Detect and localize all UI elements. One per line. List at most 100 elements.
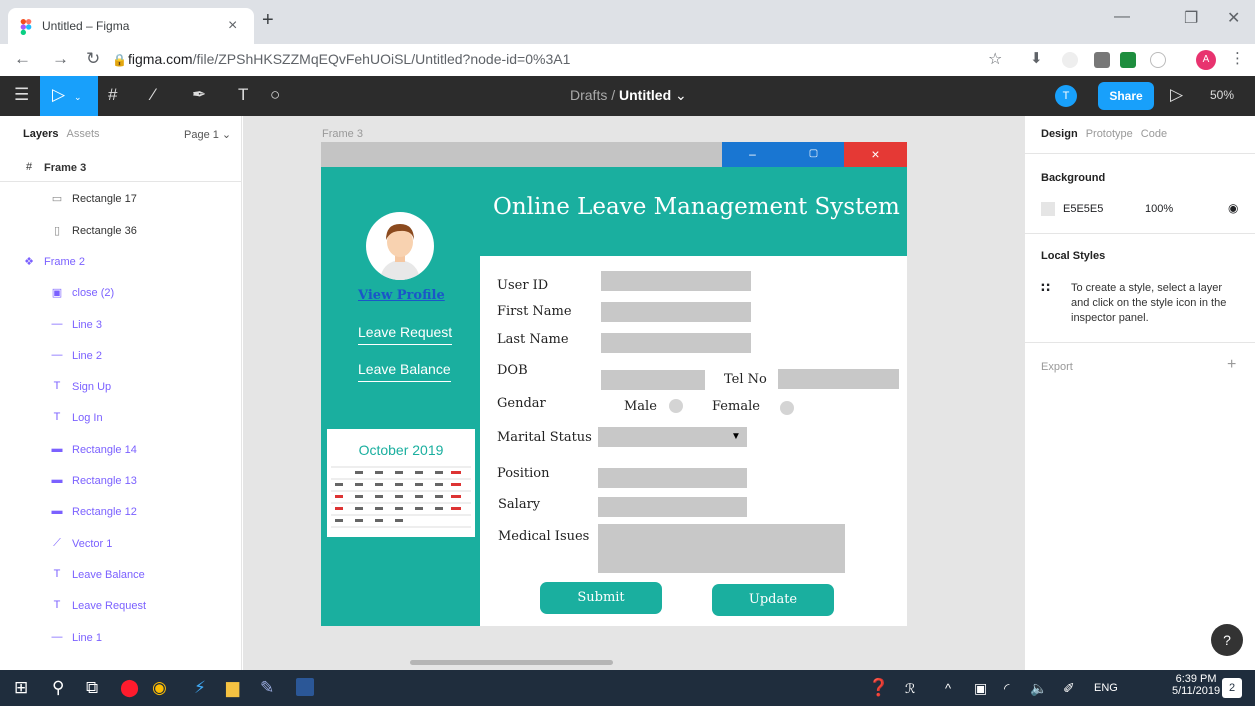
language-indicator[interactable]: ENG [1094, 682, 1118, 694]
calendar-widget[interactable]: October 2019 [327, 429, 475, 537]
task-view-icon[interactable]: ⧉ [86, 678, 98, 698]
layer-item[interactable]: ▣ close (2) [0, 279, 242, 307]
wifi-icon[interactable]: ◜ [1004, 680, 1009, 697]
extension-v-icon[interactable] [1150, 52, 1166, 68]
tab-assets[interactable]: Assets [66, 128, 99, 140]
pen-icon[interactable]: ✐ [1063, 680, 1075, 697]
salary-input[interactable] [598, 497, 747, 517]
layer-item[interactable]: ▬ Rectangle 12 [0, 498, 242, 526]
chevron-up-icon[interactable]: ^ [945, 681, 951, 696]
file-name[interactable]: Untitled [619, 87, 671, 103]
main-menu-icon[interactable]: ☰ [14, 85, 29, 105]
dob-input[interactable] [601, 370, 705, 390]
extension-icon[interactable] [1062, 52, 1078, 68]
help-button[interactable]: ? [1211, 624, 1243, 656]
leave-balance-link[interactable]: Leave Balance [358, 361, 451, 382]
page-selector[interactable]: Page 1 ⌄ [184, 128, 231, 141]
help-tray-icon[interactable]: ❓ [868, 678, 889, 698]
position-input[interactable] [598, 468, 747, 488]
leave-app-frame[interactable]: – ▢ × Online Leave Management System Vie… [321, 142, 907, 626]
windows-start-icon[interactable]: ⊞ [14, 678, 28, 698]
user-avatar[interactable]: T [1055, 85, 1077, 107]
file-explorer-icon[interactable]: ▆ [226, 678, 239, 698]
marital-status-select[interactable]: ▼ [598, 427, 747, 447]
move-tool-button[interactable]: ▷ ⌄ [40, 76, 98, 116]
tab-layers[interactable]: Layers [23, 128, 58, 140]
layer-item[interactable]: T Leave Request [0, 592, 242, 620]
tab-close-icon[interactable]: × [228, 17, 237, 35]
back-icon[interactable]: ← [14, 49, 31, 69]
text-tool-icon[interactable]: T [238, 85, 248, 105]
zoom-level[interactable]: 50% [1210, 88, 1234, 102]
present-icon[interactable]: ▷ [1170, 85, 1183, 105]
eye-icon[interactable]: ◉ [1228, 201, 1238, 215]
layer-item[interactable]: — Line 3 [0, 311, 242, 339]
leave-request-link[interactable]: Leave Request [358, 324, 453, 345]
bookmark-star-icon[interactable]: ☆ [988, 49, 1002, 69]
layer-item[interactable]: ❖ Frame 2 [0, 248, 242, 276]
notifications-button[interactable]: 2 [1222, 678, 1242, 698]
tab-prototype[interactable]: Prototype [1086, 128, 1133, 140]
people-icon[interactable]: ℛ [905, 681, 915, 697]
paint-icon[interactable]: ✎ [260, 678, 274, 698]
background-opacity[interactable]: 100% [1145, 203, 1173, 215]
chrome-icon[interactable]: ◉ [152, 678, 167, 698]
close-button[interactable]: × [844, 142, 907, 167]
maximize-button[interactable]: ▢ [783, 142, 844, 167]
comment-tool-icon[interactable]: ○ [270, 85, 280, 105]
app-icon[interactable]: ⚡ [194, 678, 206, 698]
reload-icon[interactable]: ↻ [86, 49, 100, 69]
layer-item[interactable]: T Sign Up [0, 373, 242, 401]
canvas-horizontal-scrollbar[interactable] [410, 660, 613, 665]
medical-issues-textarea[interactable] [598, 524, 845, 573]
canvas[interactable]: Frame 3 – ▢ × Online Leave Management Sy… [243, 116, 1024, 670]
window-maximize-button[interactable]: ❐ [1184, 8, 1198, 28]
share-button[interactable]: Share [1098, 82, 1154, 110]
address-bar[interactable]: figma.com/file/ZPShHKSZZMqEQvFehUOiSL/Un… [128, 51, 570, 67]
update-button[interactable]: Update [712, 584, 834, 616]
pen-tool-icon[interactable]: ✒ [192, 85, 206, 105]
tab-design[interactable]: Design [1041, 128, 1078, 140]
window-minimize-button[interactable]: — [1114, 8, 1130, 26]
window-close-button[interactable]: ✕ [1227, 8, 1240, 28]
layer-item[interactable]: T Log In [0, 404, 242, 432]
layer-item[interactable]: ⟋ Vector 1 [0, 530, 242, 558]
chevron-down-icon[interactable]: ⌄ [675, 87, 687, 103]
view-profile-link[interactable]: View Profile [358, 288, 445, 303]
layer-item[interactable]: T Leave Balance [0, 561, 242, 589]
layer-item[interactable]: ▯ Rectangle 36 [0, 217, 242, 245]
system-clock[interactable]: 6:39 PM 5/11/2019 [1172, 673, 1220, 697]
new-tab-button[interactable]: + [262, 9, 274, 32]
add-export-icon[interactable]: + [1227, 356, 1236, 374]
layer-item[interactable]: # Frame 3 [0, 154, 242, 182]
browser-menu-icon[interactable]: ⋮ [1230, 49, 1245, 67]
layer-item[interactable]: ▭ Rectangle 17 [0, 185, 242, 213]
breadcrumb-drafts[interactable]: Drafts [570, 87, 607, 103]
layer-item[interactable]: ▬ Rectangle 13 [0, 467, 242, 495]
minimize-button[interactable]: – [722, 142, 783, 167]
last-name-input[interactable] [601, 333, 751, 353]
submit-button[interactable]: Submit [540, 582, 662, 614]
extension-check-icon[interactable] [1120, 52, 1136, 68]
female-radio[interactable] [780, 401, 794, 415]
frame-tool-icon[interactable]: # [108, 85, 117, 105]
download-icon[interactable]: ⬇ [1030, 49, 1043, 67]
tel-no-input[interactable] [778, 369, 899, 389]
word-icon[interactable] [296, 678, 314, 696]
tray-app-icon[interactable]: ▣ [974, 680, 987, 697]
male-radio[interactable] [669, 399, 683, 413]
layer-item[interactable]: — Line 2 [0, 342, 242, 370]
layer-item[interactable]: ▬ Rectangle 14 [0, 436, 242, 464]
line-tool-icon[interactable]: ⁄ [152, 85, 155, 105]
background-color-swatch[interactable] [1041, 202, 1055, 216]
profile-avatar[interactable]: A [1196, 50, 1216, 70]
layer-item[interactable]: — Line 1 [0, 624, 242, 652]
browser-tab[interactable]: Untitled – Figma × [8, 8, 254, 44]
background-hex[interactable]: E5E5E5 [1063, 203, 1103, 215]
volume-icon[interactable]: 🔈 [1030, 680, 1047, 697]
search-icon[interactable]: ⚲ [52, 678, 64, 698]
opera-icon[interactable]: ⬤ [120, 678, 139, 698]
frame-label[interactable]: Frame 3 [322, 128, 363, 140]
user-id-input[interactable] [601, 271, 751, 291]
shield-icon[interactable] [1094, 52, 1110, 68]
